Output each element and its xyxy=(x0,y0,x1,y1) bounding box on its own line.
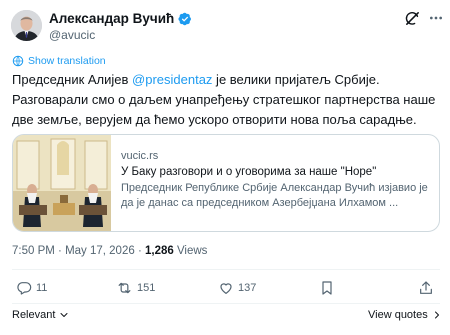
like-button[interactable]: 137 xyxy=(218,280,256,296)
post-text-part: Председник Алијев xyxy=(12,72,133,87)
link-preview-title: У Баку разговори и о уговорима за наше "… xyxy=(121,166,377,178)
link-preview-description: Председник Републике Србије Александар В… xyxy=(121,182,428,209)
link-preview-domain: vucic.rs xyxy=(121,150,159,162)
view-quotes-link[interactable]: View quotes xyxy=(368,309,443,321)
post-time[interactable]: 7:50 PM xyxy=(12,245,55,257)
reply-icon xyxy=(16,280,32,296)
meta-separator: · xyxy=(134,245,145,257)
share-icon xyxy=(418,280,434,296)
mention-link[interactable]: @presidentaz xyxy=(132,72,212,87)
post-text-part: је велики пријатељ Србије. xyxy=(212,72,380,87)
translate-icon xyxy=(12,55,24,67)
divider xyxy=(12,269,440,270)
views-label: Views xyxy=(173,245,208,257)
repost-button[interactable]: 151 xyxy=(116,280,155,296)
bookmark-button[interactable] xyxy=(319,280,335,296)
show-translation-link[interactable]: Show translation xyxy=(12,55,106,67)
view-quotes-label: View quotes xyxy=(368,309,428,321)
link-preview-image[interactable] xyxy=(13,135,111,231)
sort-dropdown[interactable]: Relevant xyxy=(12,309,70,321)
repost-count: 151 xyxy=(137,282,156,294)
chevron-right-icon xyxy=(431,309,443,321)
like-count: 137 xyxy=(238,282,257,294)
link-preview-card[interactable]: vucic.rs У Баку разговори и о уговорима … xyxy=(12,134,440,232)
reply-count: 11 xyxy=(36,282,48,294)
sort-label: Relevant xyxy=(12,309,56,321)
author-name-row[interactable]: Александар Вучић xyxy=(49,11,192,26)
author-name[interactable]: Александар Вучић xyxy=(49,11,174,26)
meta-separator: · xyxy=(54,245,66,257)
views-count: 1,286 xyxy=(144,245,174,257)
author-handle[interactable]: @avucic xyxy=(49,28,95,42)
chevron-down-icon xyxy=(58,309,70,321)
avatar[interactable] xyxy=(11,10,42,41)
post-date[interactable]: May 17, 2026 xyxy=(65,245,135,257)
repost-icon xyxy=(116,280,133,296)
share-button[interactable] xyxy=(418,280,434,296)
post-text-rest: Разговарали смо о даљем унапређењу страт… xyxy=(12,92,436,127)
bookmark-icon xyxy=(319,280,335,296)
reply-button[interactable]: 11 xyxy=(16,280,47,296)
show-translation-label: Show translation xyxy=(28,55,106,67)
post-meta: 7:50 PM · May 17, 2026 · 1,286 Views xyxy=(12,245,207,257)
like-icon xyxy=(218,280,234,296)
divider xyxy=(12,303,440,304)
link-preview-body[interactable]: vucic.rs У Баку разговори и о уговорима … xyxy=(121,149,433,211)
post-text: Председник Алијев @presidentaz је велики… xyxy=(12,70,440,130)
grok-icon[interactable] xyxy=(404,10,421,27)
action-bar: 11 151 137 xyxy=(12,280,440,300)
more-icon[interactable] xyxy=(428,10,444,26)
verified-badge-icon xyxy=(178,12,192,26)
